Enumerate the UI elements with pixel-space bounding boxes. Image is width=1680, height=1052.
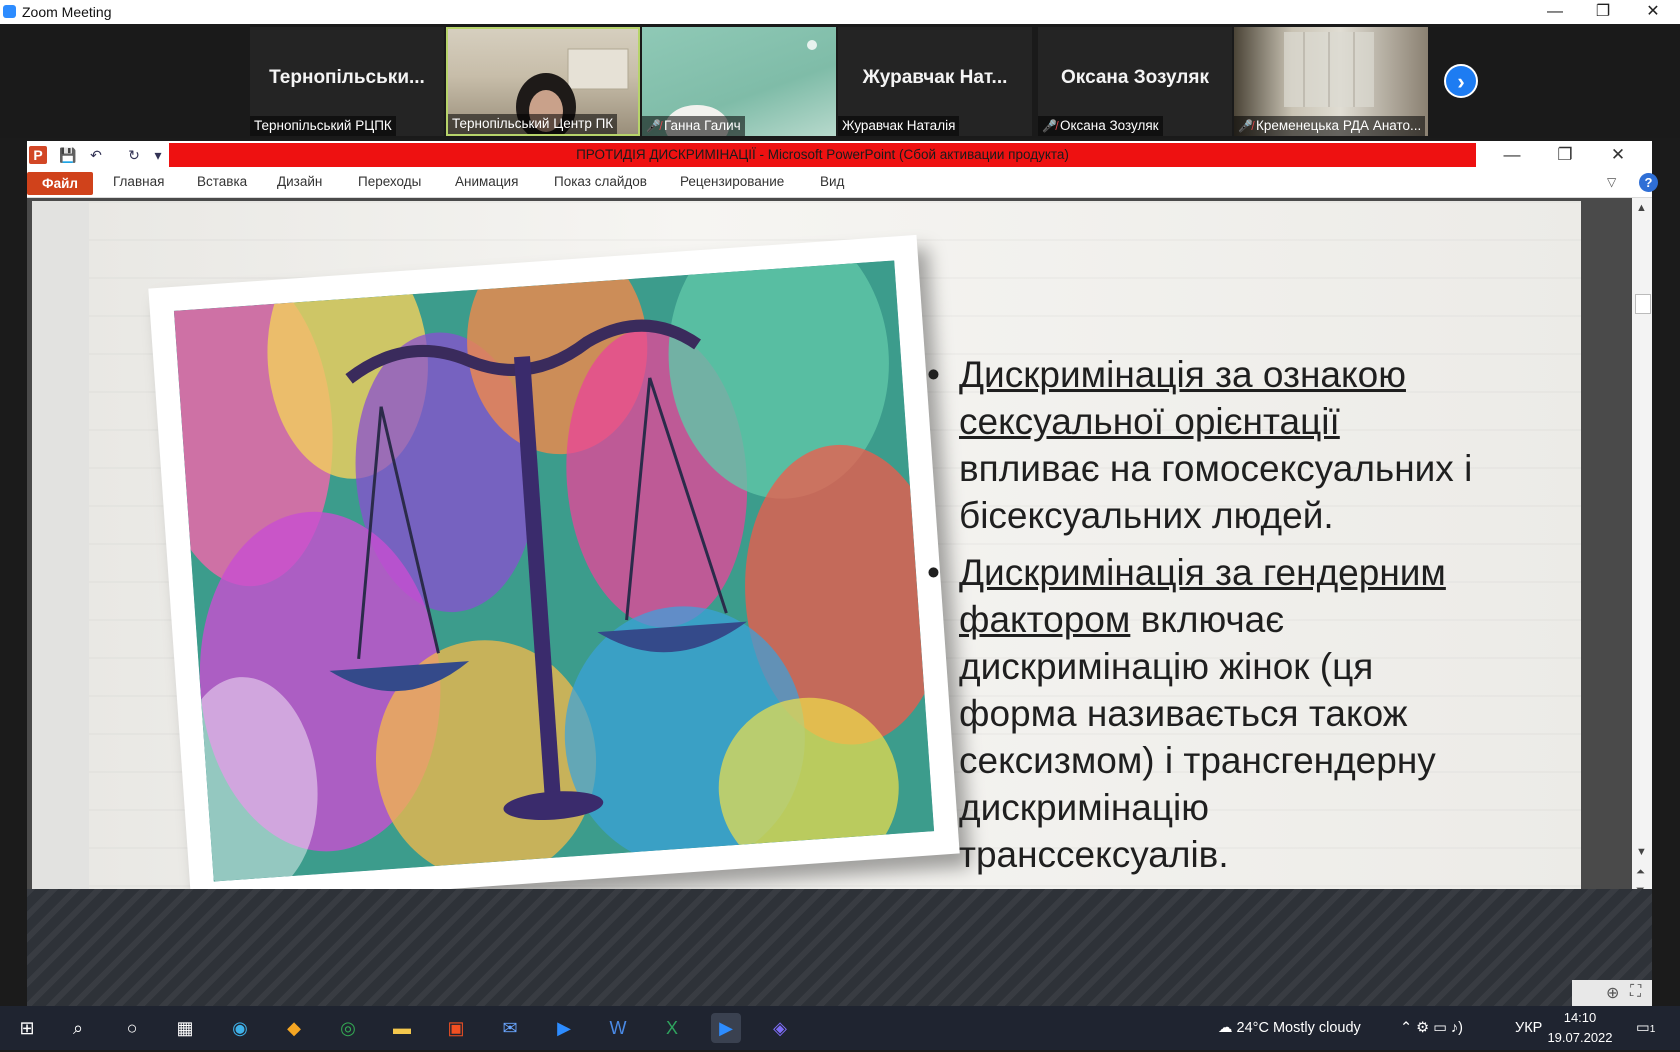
ppt-titlebar: P 💾 ↶ ↻ ▾ ПРОТИДІЯ ДИСКРИМІНАЦІЇ - Micro… [27,141,1652,169]
participant-tile[interactable]: Оксана Зозуляк 🎤̸ Оксана Зозуляк [1038,27,1232,136]
participant-tile[interactable]: Тернопільський Центр ПК [446,27,640,136]
zoom-meeting-taskbar-icon[interactable]: ▶ [711,1013,741,1043]
muted-mic-icon: 🎤̸ [1238,119,1253,133]
ppt-close-button[interactable]: ✕ [1593,143,1643,167]
tab-review[interactable]: Рецензирование [680,174,784,189]
next-page-button[interactable]: › [1444,64,1478,98]
powerpoint-window: P 💾 ↶ ↻ ▾ ПРОТИДІЯ ДИСКРИМІНАЦІЇ - Micro… [27,141,1658,909]
paint-icon[interactable]: ◈ [765,1013,795,1043]
restore-button[interactable]: ❐ [1578,0,1628,24]
caption-text: Ганна Галич [663,118,741,133]
tab-slideshow[interactable]: Показ слайдов [554,174,647,189]
tab-home[interactable]: Главная [113,174,164,189]
participant-name: Журавчак Нат... [862,67,1008,88]
cortana-icon[interactable]: ○ [117,1013,147,1043]
windows-taskbar: ⊞ ⌕ ○ ▦ ◉ ◆ ◎ ▬ ▣ ✉ ▶ W X ▶ ◈ ☁ 24°C Mos… [0,1006,1680,1050]
task-view-icon[interactable]: ▦ [170,1013,200,1043]
search-icon[interactable]: ⌕ [63,1013,93,1043]
participant-tile[interactable]: Тернопільськи... Тернопільський РЦПК [250,27,444,136]
chrome-icon[interactable]: ◎ [333,1013,363,1043]
bullet1-underlined: Дискримінація за ознакою сексуальної орі… [959,354,1406,442]
slide-pane-edge [32,201,89,909]
minimize-button[interactable]: — [1530,0,1580,24]
participant-gallery: Тернопільськи... Тернопільський РЦПК Тер… [0,24,1680,138]
zoom-in-icon[interactable]: ⊕ [1606,983,1619,1003]
caption-text: Оксана Зозуляк [1059,118,1159,133]
bullet-sexual-orientation: Дискримінація за ознакою сексуальної орі… [927,351,1487,539]
participant-caption: Тернопільський РЦПК [250,116,396,136]
help-icon[interactable]: ? [1639,173,1658,192]
cloud-icon: ☁ [1218,1020,1237,1036]
weather-widget[interactable]: ☁ 24°C Mostly cloudy [1218,1006,1361,1050]
customize-toolbar-icon[interactable]: ▾ [149,146,167,164]
scroll-down-icon[interactable]: ▼ [1636,846,1647,858]
tab-file[interactable]: Файл [27,172,93,195]
file-explorer-icon[interactable]: ▬ [387,1013,417,1043]
tab-animations[interactable]: Анимация [455,174,518,189]
image-content [173,260,935,882]
ribbon-tabs: Файл Главная Вставка Дизайн Переходы Ани… [27,169,1658,198]
participant-caption: Журавчак Наталія [838,116,960,136]
excel-icon[interactable]: X [657,1013,687,1043]
start-icon[interactable]: ⊞ [12,1013,42,1043]
zoom-controls: ⊕ ⛶ [1572,980,1652,1006]
zoom-titlebar: Zoom Meeting — ❐ ✕ [0,0,1680,24]
redo-icon[interactable]: ↻ [125,146,143,164]
slide-text[interactable]: Дискримінація за ознакою сексуальної орі… [927,351,1487,888]
powerpoint-logo-icon: P [29,146,47,164]
participant-tile[interactable]: Журавчак Нат... Журавчак Наталія [838,27,1032,136]
participant-caption: 🎤̸ Ганна Галич [642,116,745,136]
edge-icon[interactable]: ◉ [225,1013,255,1043]
close-button[interactable]: ✕ [1628,0,1678,24]
collapse-ribbon-icon[interactable]: ▽ [1607,175,1616,189]
notifications-icon[interactable]: ▭1 [1636,1006,1655,1050]
prev-slide-icon[interactable]: ⏶ [1636,866,1645,879]
tab-transitions[interactable]: Переходы [358,174,421,189]
slide-editing-area: Дискримінація за ознакою сексуальної орі… [27,198,1632,909]
bullet-gender: Дискримінація за гендерним фактором вклю… [927,549,1487,878]
notification-count: 1 [1649,1024,1656,1035]
bullet1-text: впливає на гомосексуальних і бісексуальн… [959,448,1473,536]
store-icon[interactable]: ▣ [441,1013,471,1043]
undo-icon[interactable]: ↶ [87,146,105,164]
weather-text: 24°C Mostly cloudy [1236,1020,1361,1036]
participant-caption: Тернопільський Центр ПК [448,114,618,134]
ppt-title: ПРОТИДІЯ ДИСКРИМІНАЦІЇ - Microsoft Power… [169,143,1476,167]
mail-icon[interactable]: ✉ [495,1013,525,1043]
scales-illustration [173,260,935,882]
fit-slide-icon[interactable]: ⛶ [1630,983,1641,1001]
word-icon[interactable]: W [603,1013,633,1043]
zoom-taskbar-icon[interactable]: ▶ [549,1013,579,1043]
muted-mic-icon: 🎤̸ [646,119,661,133]
participant-name: Оксана Зозуляк [1061,67,1209,88]
language-indicator[interactable]: УКР [1515,1006,1542,1050]
tab-design[interactable]: Дизайн [277,174,322,189]
slide[interactable]: Дискримінація за ознакою сексуальної орі… [89,201,1581,909]
window-title: Zoom Meeting [22,4,112,20]
scrollbar-thumb[interactable] [1635,294,1651,314]
participant-caption: 🎤̸ Оксана Зозуляк [1038,116,1163,136]
vertical-scrollbar[interactable]: ▲ ▼ ⏶ ⏷ [1632,198,1652,909]
date: 19.07.2022 [1547,1030,1613,1045]
scroll-up-icon[interactable]: ▲ [1636,202,1647,214]
zoom-app-icon [3,5,16,18]
participant-tile[interactable]: 🎤̸ Кременецька РДА Анато... [1234,27,1428,136]
participant-name: Тернопільськи... [269,67,425,88]
caption-text: Кременецька РДА Анато... [1255,118,1422,133]
tray-icons[interactable]: ⌃ ⚙ ▭ ♪) [1400,1006,1463,1050]
clock[interactable]: 14:10 19.07.2022 [1545,1008,1615,1048]
shared-screen-background [27,889,1652,1006]
justice-scales-image [148,234,960,908]
ppt-minimize-button[interactable]: — [1487,143,1537,167]
browser-icon[interactable]: ◆ [279,1013,309,1043]
ppt-restore-button[interactable]: ❐ [1540,143,1590,167]
participant-caption: 🎤̸ Кременецька РДА Анато... [1234,116,1426,136]
time: 14:10 [1563,1010,1597,1025]
bullet2-text: включає дискримінацію жінок (ця форма на… [959,599,1436,875]
muted-mic-icon: 🎤̸ [1042,119,1057,133]
tab-view[interactable]: Вид [820,174,844,189]
tab-insert[interactable]: Вставка [197,174,247,189]
save-icon[interactable]: 💾 [59,146,77,164]
participant-tile[interactable]: 🎤̸ Ганна Галич [642,27,836,136]
